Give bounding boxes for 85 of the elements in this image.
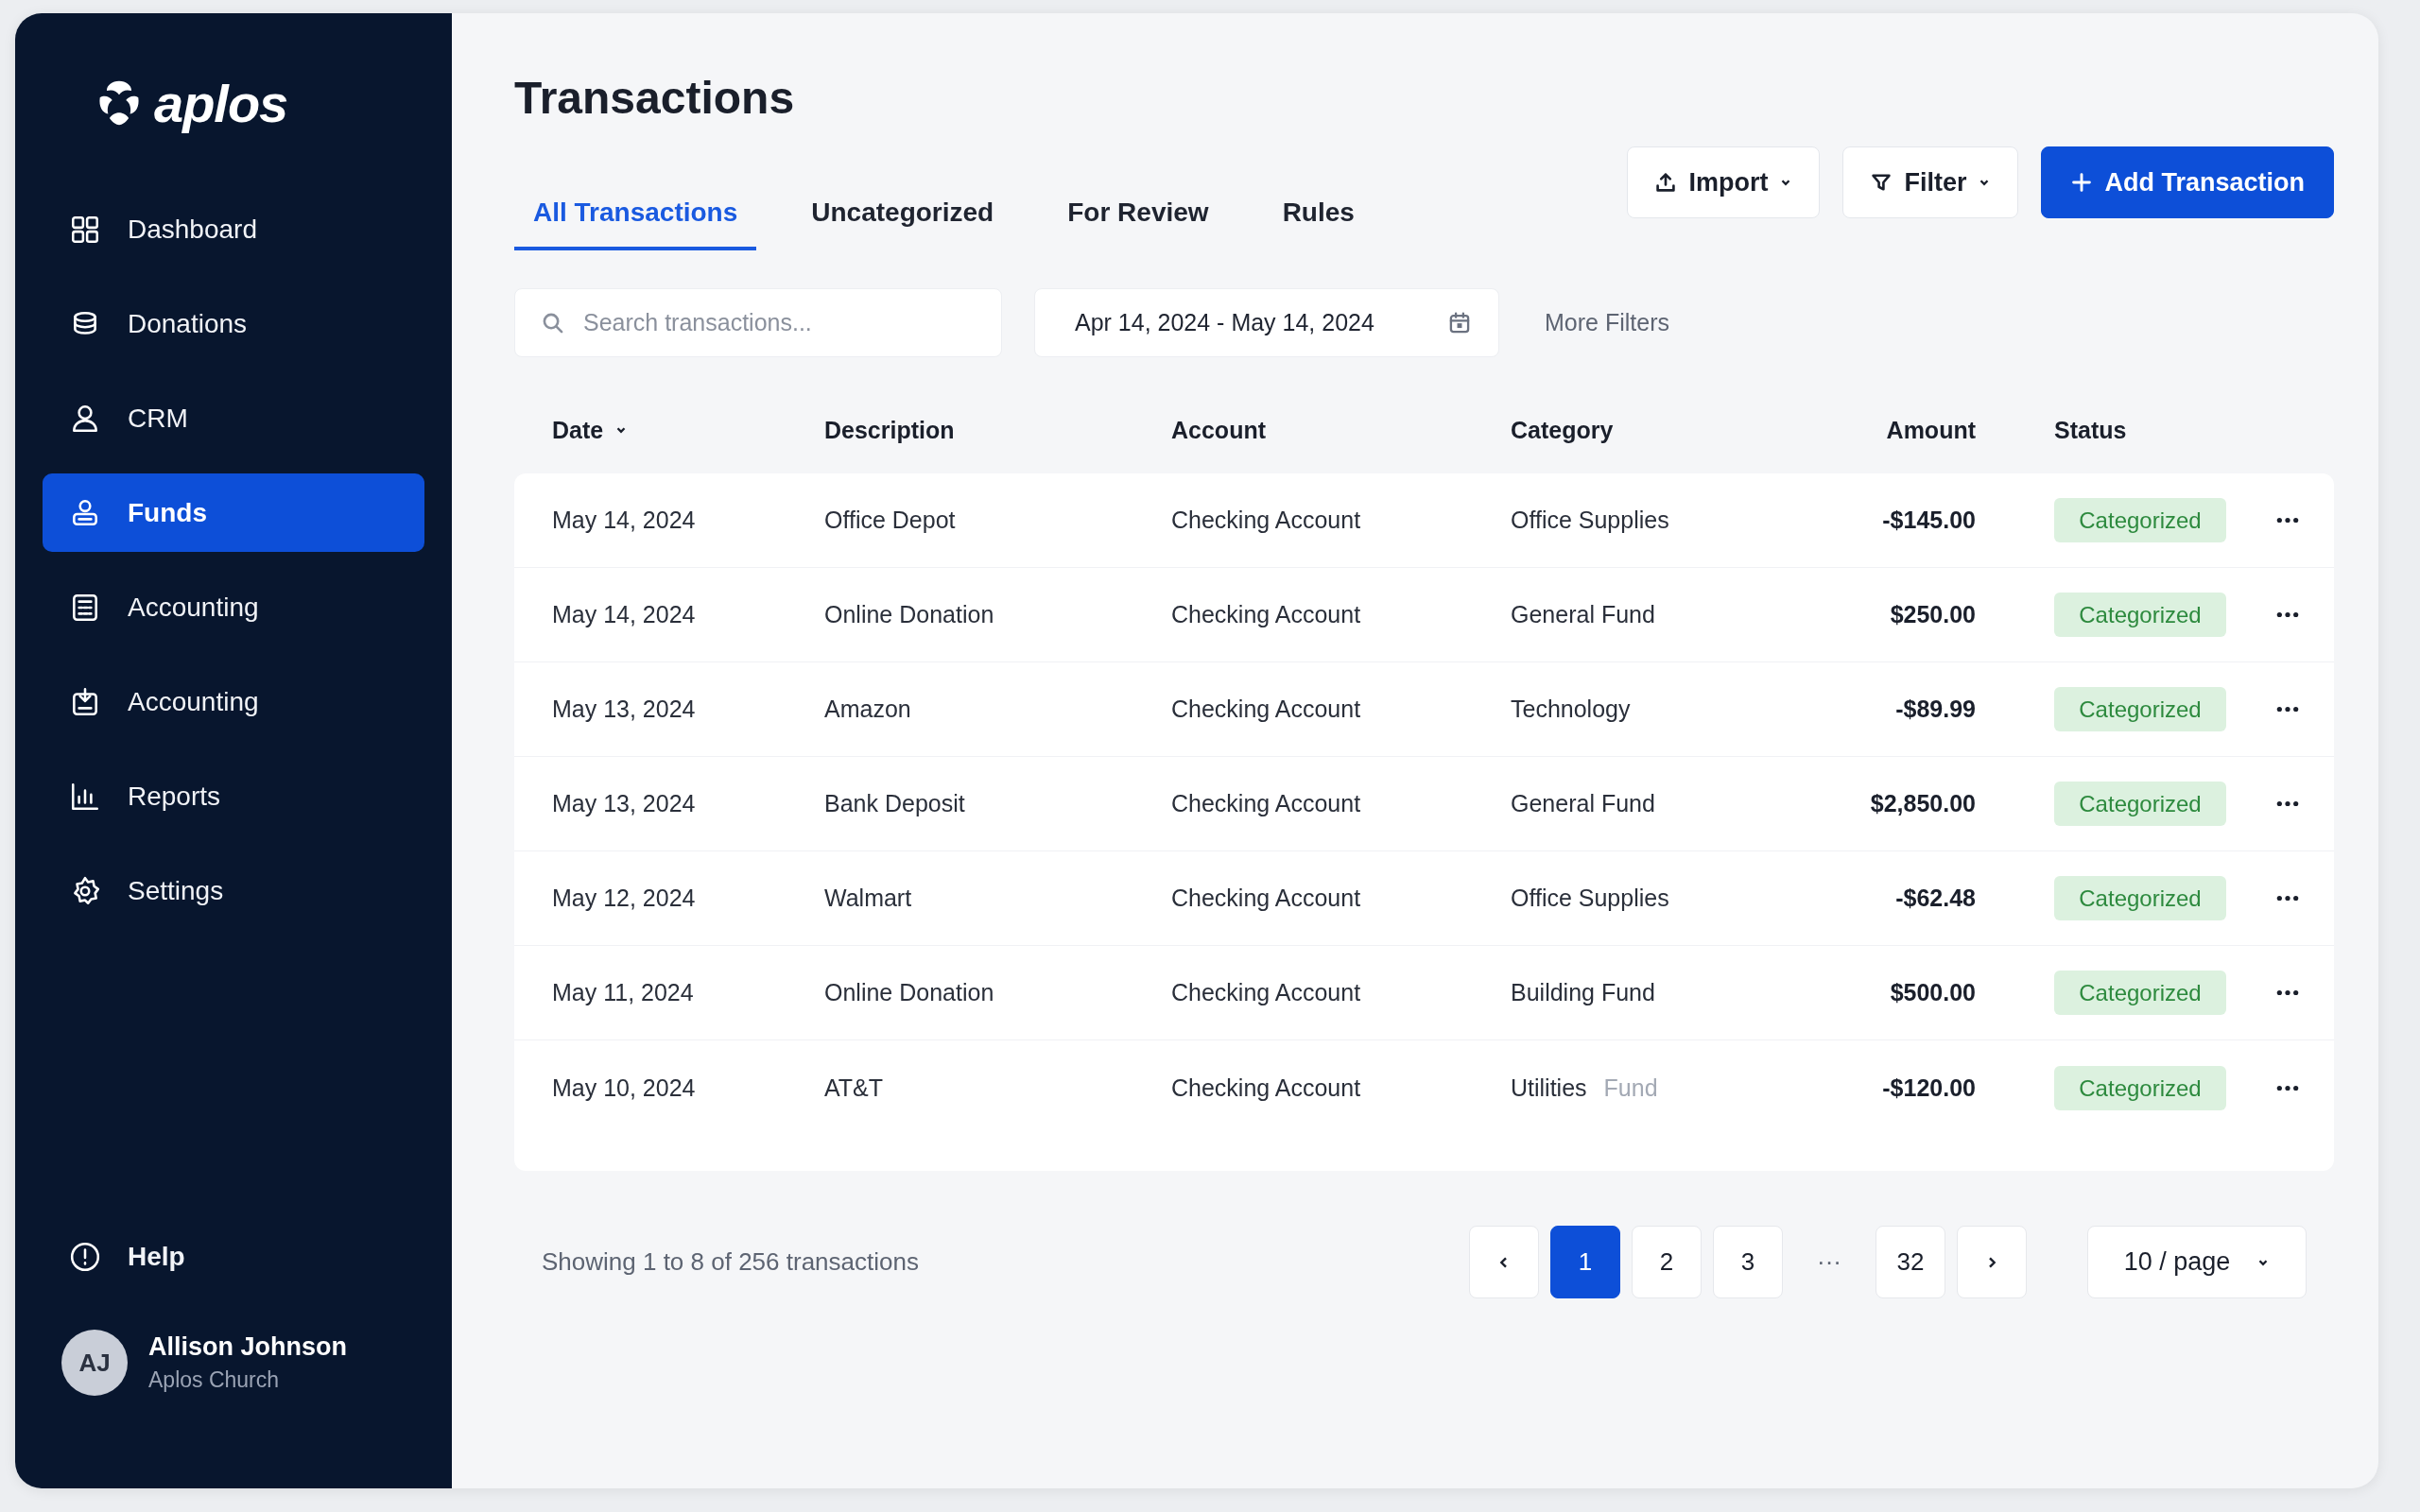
table-cell-text: May 14, 2024: [552, 507, 697, 534]
nav-item[interactable]: Reports: [43, 757, 424, 835]
amount-cell-text: -$145.00: [1881, 507, 1976, 534]
status-badge: Categorized: [2054, 593, 2226, 637]
table-cell-text: May 10, 2024: [552, 1074, 697, 1102]
table-cell: Office Supplies: [1511, 885, 1669, 912]
nav-item[interactable]: Settings: [43, 851, 424, 930]
user-organization: Aplos Church: [148, 1367, 281, 1393]
table-cell-text: May 11, 2024: [552, 979, 695, 1006]
table-cell: Utilities: [1511, 1074, 1587, 1102]
column-header[interactable]: Category: [1511, 416, 1824, 444]
table-cell: Technology: [1511, 696, 1631, 723]
amount-cell-text: -$89.99: [1894, 696, 1976, 723]
column-header[interactable]: Amount: [1824, 416, 1976, 444]
add-transaction-button[interactable]: Add Transaction: [2041, 146, 2334, 218]
nav-item[interactable]: Accounting: [43, 568, 424, 646]
column-header[interactable]: Account: [1171, 416, 1511, 444]
amount-cell-text: $2,850.00: [1869, 790, 1976, 817]
table-cell: Building Fund: [1511, 979, 1655, 1006]
upload-icon: [1654, 171, 1678, 194]
table-cell-text: Online Donation: [824, 601, 995, 628]
table-cell-text: Checking Account: [1171, 885, 1362, 912]
table-cell: General Fund: [1511, 601, 1655, 628]
pagination-summary: Showing 1 to 8 of 256 transactions: [542, 1247, 919, 1277]
page-button[interactable]: 1: [1550, 1226, 1620, 1298]
status-badge: Categorized: [2054, 782, 2226, 826]
nav-item[interactable]: Dashboard: [43, 190, 424, 268]
amount-cell-text: -$120.00: [1881, 1074, 1976, 1102]
table-cell-text: Online Donation: [824, 979, 995, 1006]
page-button[interactable]: 2: [1632, 1226, 1702, 1298]
avatar[interactable]: AJ: [61, 1330, 128, 1396]
amount-cell-text: $500.00: [1889, 979, 1976, 1006]
page-button[interactable]: 32: [1876, 1226, 1945, 1298]
status-badge: Categorized: [2054, 971, 2226, 1015]
tab[interactable]: All Transactions: [514, 196, 757, 250]
faded-text: Fund: [1603, 1074, 1658, 1102]
column-header[interactable]: Date: [552, 416, 824, 444]
calendar-icon: [1447, 310, 1472, 335]
table-cell-text: Checking Account: [1171, 601, 1362, 628]
pagination-ellipsis: ···: [1816, 1247, 1842, 1277]
nav-item[interactable]: Donations: [43, 284, 424, 363]
help-icon: [69, 1240, 101, 1273]
status-badge: Categorized: [2054, 687, 2226, 731]
more-filters-link[interactable]: More Filters: [1545, 309, 1669, 336]
table-cell-text: AT&T: [824, 1074, 885, 1102]
table-cell-text: Checking Account: [1171, 507, 1362, 534]
table-cell-text: Checking Account: [1171, 790, 1362, 817]
table-cell-text: May 13, 2024: [552, 696, 697, 723]
table-cell: Office Supplies: [1511, 507, 1669, 534]
search-icon: [541, 311, 565, 335]
table-cell-text: May 14, 2024: [552, 601, 697, 628]
nav-item[interactable]: Funds: [43, 473, 424, 552]
filter-button[interactable]: Filter: [1842, 146, 2019, 218]
amount-cell-text: $250.00: [1889, 601, 1976, 628]
table-cell-text: May 13, 2024: [552, 790, 697, 817]
help-link[interactable]: Help: [43, 1217, 424, 1296]
page-size-select[interactable]: 10 / page: [2087, 1226, 2307, 1298]
tab[interactable]: For Review: [1048, 196, 1228, 250]
column-header[interactable]: Description: [824, 416, 1171, 444]
table-cell: General Fund: [1511, 790, 1655, 817]
search-field[interactable]: Search transactions...: [514, 288, 1002, 357]
user-name: Allison Johnson: [148, 1332, 347, 1362]
table-cell-text: Checking Account: [1171, 696, 1362, 723]
tab[interactable]: Uncategorized: [792, 196, 1013, 250]
table-cell-text: Checking Account: [1171, 1074, 1362, 1102]
status-badge: Categorized: [2054, 1065, 2226, 1110]
logo-text: aplos: [154, 72, 288, 134]
table-cell-text: Walmart: [824, 885, 913, 912]
import-button[interactable]: Import: [1627, 146, 1821, 218]
status-badge: Categorized: [2054, 498, 2226, 542]
nav-item[interactable]: CRM: [43, 379, 424, 457]
page-button[interactable]: 3: [1713, 1226, 1783, 1298]
plus-icon: [2070, 171, 2094, 194]
table-cell-text: Checking Account: [1171, 979, 1362, 1006]
amount-cell-text: -$62.48: [1894, 885, 1976, 912]
column-header[interactable]: Status: [1976, 416, 2240, 444]
table-cell-text: May 12, 2024: [552, 885, 697, 912]
tab[interactable]: Rules: [1263, 196, 1374, 250]
date-range-field[interactable]: Apr 14, 2024 - May 14, 2024: [1034, 288, 1499, 357]
status-badge: Categorized: [2054, 876, 2226, 920]
nav-item[interactable]: Accounting: [43, 662, 424, 741]
page-title: Transactions: [514, 72, 796, 125]
table-cell-text: Office Depot: [824, 507, 957, 534]
table-cell-text: Amazon: [824, 696, 912, 723]
table-cell-text: Bank Deposit: [824, 790, 966, 817]
